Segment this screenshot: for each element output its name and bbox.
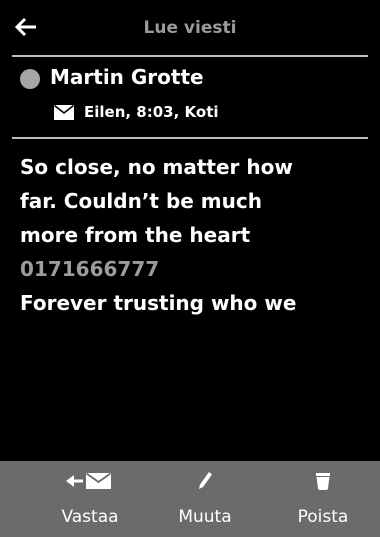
message-line: far. Couldn’t be much: [20, 189, 262, 213]
header-divider: [12, 55, 368, 57]
message-line: Forever trusting who we: [20, 291, 297, 315]
status-dot-icon: [20, 69, 40, 89]
reply-mail-icon: [66, 472, 112, 489]
header: Lue viesti: [0, 0, 380, 55]
delete-label: Poista: [297, 507, 349, 527]
delete-button[interactable]: Poista: [268, 461, 378, 537]
action-bar: Vastaa Muuta Poista: [0, 461, 380, 537]
trash-icon: [316, 473, 330, 490]
message-line: So close, no matter how: [20, 155, 293, 179]
message-body: So close, no matter how far. Couldn’t be…: [20, 150, 365, 320]
edit-label: Muuta: [178, 507, 232, 527]
reply-button[interactable]: Vastaa: [35, 461, 145, 537]
pencil-icon: [199, 472, 212, 489]
reply-label: Vastaa: [61, 507, 119, 527]
edit-button[interactable]: Muuta: [150, 461, 260, 537]
envelope-icon: [54, 105, 74, 120]
phone-number-link[interactable]: 0171666777: [20, 252, 365, 286]
meta-divider: [12, 137, 368, 139]
sender-name: Martin Grotte: [50, 65, 204, 89]
message-line: more from the heart: [20, 223, 251, 247]
page-title: Lue viesti: [143, 18, 237, 38]
message-date-info: Eilen, 8:03, Koti: [84, 103, 219, 121]
